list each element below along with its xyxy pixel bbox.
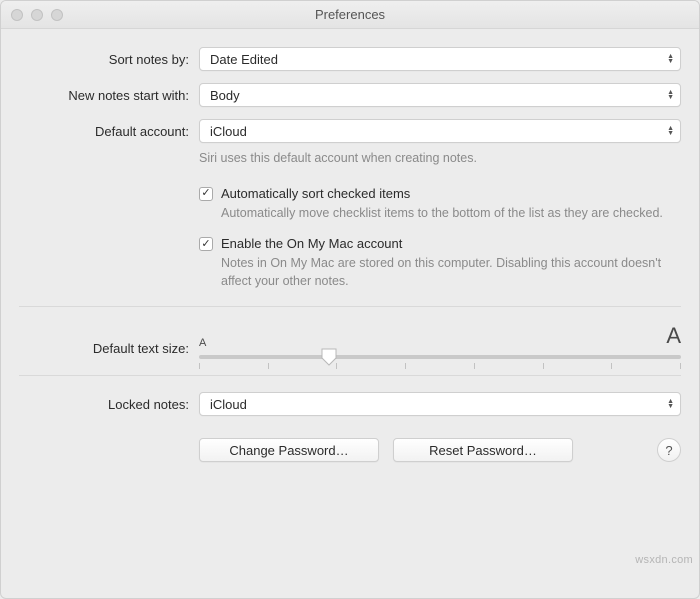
locked-notes-value: iCloud [210, 397, 247, 412]
locked-notes-label: Locked notes: [19, 392, 199, 412]
change-password-button[interactable]: Change Password… [199, 438, 379, 462]
help-icon: ? [665, 443, 672, 458]
new-notes-select[interactable]: Body ▲▼ [199, 83, 681, 107]
section-divider [19, 306, 681, 307]
chevron-updown-icon: ▲▼ [667, 90, 674, 100]
window-controls [11, 9, 63, 21]
watermark-text: wsxdn.com [635, 554, 693, 566]
reset-password-button[interactable]: Reset Password… [393, 438, 573, 462]
slider-max-label: A [666, 323, 681, 349]
chevron-updown-icon: ▲▼ [667, 399, 674, 409]
text-size-slider[interactable]: A A [199, 323, 681, 359]
on-my-mac-label: Enable the On My Mac account [221, 236, 681, 251]
auto-sort-hint: Automatically move checklist items to th… [221, 205, 681, 223]
help-button[interactable]: ? [657, 438, 681, 462]
on-my-mac-checkbox[interactable]: ✓ [199, 237, 213, 251]
zoom-window-icon[interactable] [51, 9, 63, 21]
default-account-select[interactable]: iCloud ▲▼ [199, 119, 681, 143]
sort-notes-select[interactable]: Date Edited ▲▼ [199, 47, 681, 71]
auto-sort-checkbox[interactable]: ✓ [199, 187, 213, 201]
new-notes-label: New notes start with: [19, 83, 199, 103]
new-notes-value: Body [210, 88, 240, 103]
window-title: Preferences [315, 7, 385, 22]
slider-track[interactable] [199, 355, 681, 359]
preferences-window: Preferences Sort notes by: Date Edited ▲… [0, 0, 700, 599]
content-area: Sort notes by: Date Edited ▲▼ New notes … [1, 29, 699, 486]
on-my-mac-hint: Notes in On My Mac are stored on this co… [221, 255, 681, 290]
default-account-value: iCloud [210, 124, 247, 139]
titlebar: Preferences [1, 1, 699, 29]
close-window-icon[interactable] [11, 9, 23, 21]
text-size-label: Default text size: [19, 327, 199, 356]
locked-notes-select[interactable]: iCloud ▲▼ [199, 392, 681, 416]
sort-notes-value: Date Edited [210, 52, 278, 67]
sort-notes-label: Sort notes by: [19, 47, 199, 67]
auto-sort-label: Automatically sort checked items [221, 186, 681, 201]
section-divider [19, 375, 681, 376]
minimize-window-icon[interactable] [31, 9, 43, 21]
chevron-updown-icon: ▲▼ [667, 54, 674, 64]
default-account-hint: Siri uses this default account when crea… [199, 150, 681, 168]
default-account-label: Default account: [19, 119, 199, 139]
slider-min-label: A [199, 337, 206, 349]
slider-thumb[interactable] [321, 348, 337, 366]
chevron-updown-icon: ▲▼ [667, 126, 674, 136]
